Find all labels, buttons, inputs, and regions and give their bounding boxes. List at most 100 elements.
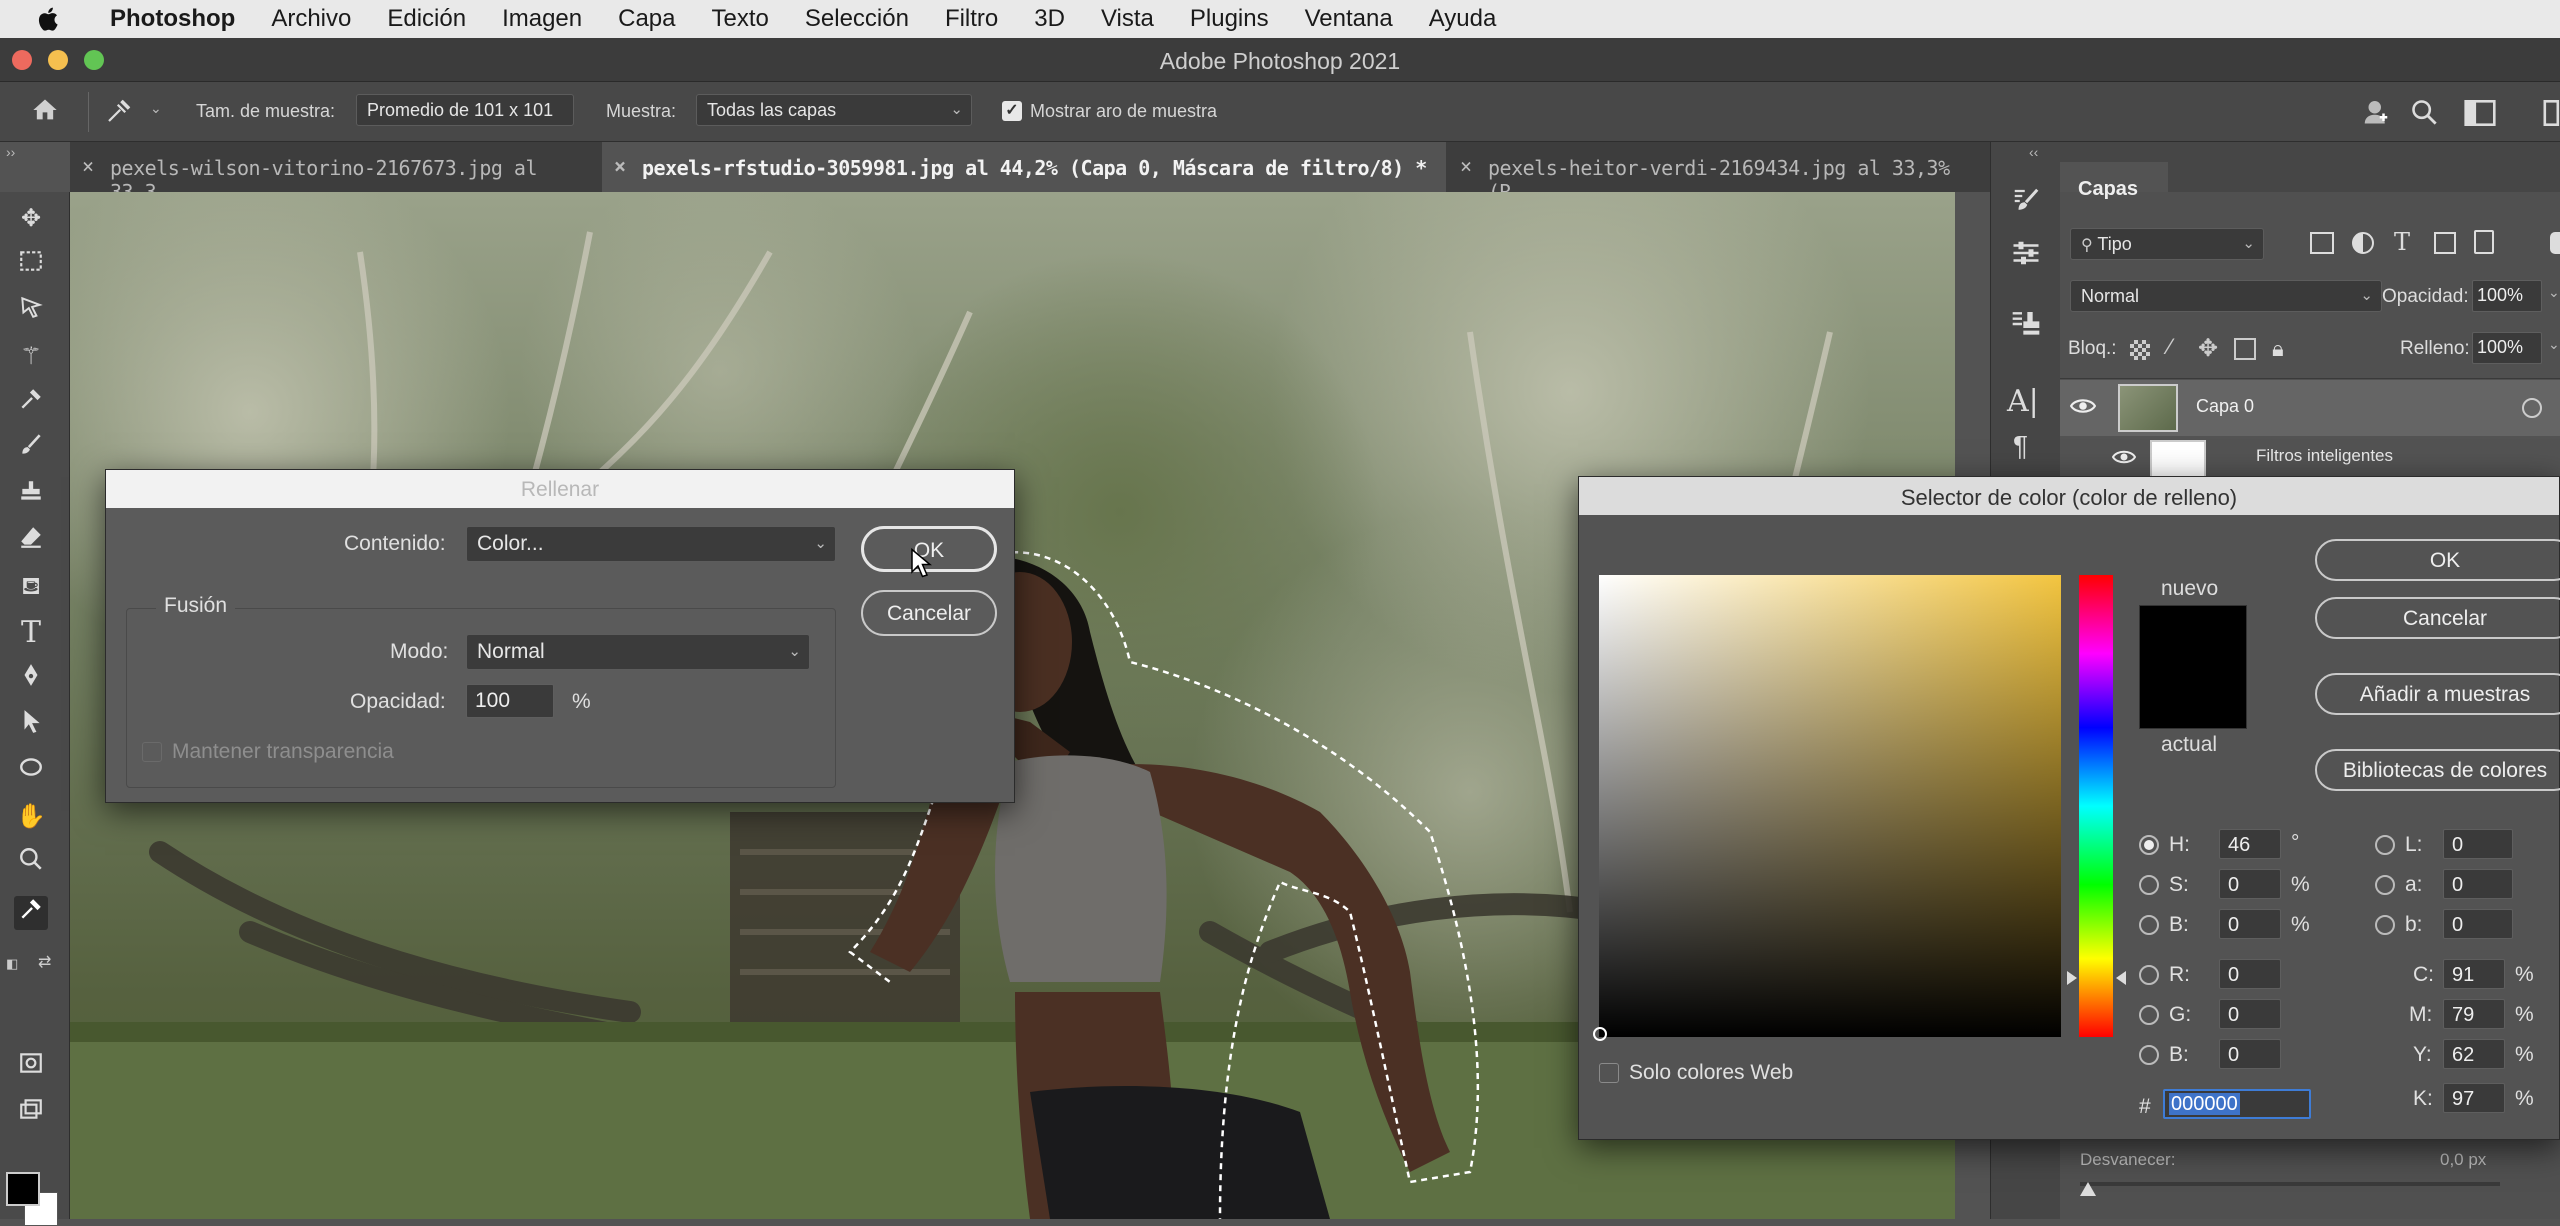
color-cancel-button[interactable]: Cancelar [2315,597,2560,639]
cyan-input[interactable]: 91 [2443,959,2505,989]
menu-imagen[interactable]: Imagen [484,5,600,33]
menu-filtro[interactable]: Filtro [927,5,1016,33]
hex-input[interactable]: 000000 [2163,1089,2311,1119]
home-icon[interactable] [30,96,60,124]
workspace-icon[interactable] [2464,100,2496,126]
filter-adjustment-icon[interactable] [2352,232,2374,254]
eyedropper-tool-icon[interactable] [14,386,48,420]
layer-filter-select[interactable]: ⚲ Tipo ⌄ [2070,228,2264,260]
tab-rfstudio[interactable]: × pexels-rfstudio-3059981.jpg al 44,2% (C… [602,142,1446,192]
chevron-down-icon[interactable]: ⌄ [2548,336,2560,353]
menu-vista[interactable]: Vista [1083,5,1172,33]
pen-tool-icon[interactable] [14,662,48,696]
green-input[interactable]: 0 [2219,999,2281,1029]
black-input[interactable]: 97 [2443,1083,2505,1113]
fade-slider-thumb[interactable] [2080,1182,2096,1196]
fill-opacity-input[interactable]: 100 [466,684,554,718]
panel-toggle-icon[interactable] [2540,100,2560,126]
paint-bucket-tool-icon[interactable]: ⛾ [14,570,48,604]
tab-heitor[interactable]: × pexels-heitor-verdi-2169434.jpg al 33,3… [1448,142,1990,204]
filter-shape-icon[interactable] [2434,232,2456,254]
opacity-input[interactable]: 100% [2472,280,2542,312]
saturation-brightness-field[interactable] [1593,575,2061,1041]
menu-photoshop[interactable]: Photoshop [92,5,253,33]
default-colors-icon[interactable]: ◧ [6,956,18,972]
layer-row-smart-filters[interactable]: Filtros inteligentes [2060,436,2560,480]
lock-artboard-icon[interactable] [2234,338,2256,360]
visibility-eye-icon[interactable] [2070,396,2096,416]
color-libraries-button[interactable]: Bibliotecas de colores [2315,749,2560,791]
brightness-input[interactable]: 0 [2219,909,2281,939]
color-field-marker[interactable] [1593,1027,1607,1041]
menu-ayuda[interactable]: Ayuda [1411,5,1515,33]
menu-plugins[interactable]: Plugins [1172,5,1287,33]
filter-toggle-icon[interactable] [2550,232,2560,254]
a-radio[interactable] [2375,875,2395,895]
collapse-panels-icon[interactable]: ‹‹ [2029,144,2038,160]
hue-slider-left-arrow[interactable] [2067,971,2077,985]
mode-select[interactable]: Normal ⌄ [466,634,810,670]
move-tool-icon[interactable]: ✥ [14,202,48,236]
clone-source-icon[interactable] [2009,308,2043,340]
yellow-input[interactable]: 62 [2443,1039,2505,1069]
fill-cancel-button[interactable]: Cancelar [861,590,997,636]
character-panel-icon[interactable]: A| [2007,384,2039,419]
menu-archivo[interactable]: Archivo [253,5,369,33]
blue-input[interactable]: 0 [2219,1039,2281,1069]
lock-transparent-icon[interactable] [2130,340,2150,360]
swap-colors-icon[interactable]: ⇄ [38,952,51,972]
tab-wilson[interactable]: ×pexels-wilson-vitorino-2167673.jpg al 3… [70,142,600,204]
red-radio[interactable] [2139,965,2159,985]
b-radio[interactable] [2375,915,2395,935]
hue-slider[interactable] [2079,575,2113,1037]
path-selection-tool-icon[interactable] [14,708,48,742]
layer-name[interactable]: Capa 0 [2196,396,2254,417]
layers-panel-title[interactable]: Capas [2078,178,2138,201]
search-icon[interactable] [2410,98,2438,126]
quick-mask-icon[interactable] [14,1050,48,1084]
add-to-swatches-button[interactable]: Añadir a muestras [2315,673,2560,715]
type-tool-icon[interactable]: T [14,616,48,650]
adjustments-icon[interactable] [2009,238,2043,268]
preserve-transparency-checkbox[interactable] [142,742,162,762]
filter-smart-object-icon[interactable] [2474,230,2494,254]
red-input[interactable]: 0 [2219,959,2281,989]
menu-ventana[interactable]: Ventana [1287,5,1411,33]
color-ok-button[interactable]: OK [2315,539,2560,581]
eyedropper-active-tool-icon[interactable] [14,896,48,930]
content-select[interactable]: Color... ⌄ [466,526,836,562]
lock-all-icon[interactable]: 🔒︎ [2272,336,2284,362]
filter-pixel-icon[interactable] [2310,232,2334,254]
close-tab-icon[interactable]: × [1460,154,1472,178]
chevron-down-icon[interactable]: ⌄ [150,100,162,117]
close-tab-icon[interactable]: × [614,154,626,178]
b-input[interactable]: 0 [2443,909,2513,939]
menu-texto[interactable]: Texto [694,5,787,33]
paragraph-panel-icon[interactable]: ¶ [2013,430,2028,462]
screen-mode-icon[interactable] [14,1096,48,1130]
lightness-radio[interactable] [2375,835,2395,855]
brush-settings-icon[interactable] [2009,186,2043,216]
collapse-toolbar-icon[interactable]: ›› [6,144,15,160]
layer-row-capa-0[interactable]: Capa 0 [2060,380,2560,436]
menu-capa[interactable]: Capa [600,5,693,33]
menu-seleccion[interactable]: Selección [787,5,927,33]
share-user-icon[interactable] [2360,96,2392,126]
apple-logo-icon[interactable] [34,4,64,34]
menu-edicion[interactable]: Edición [369,5,484,33]
magenta-input[interactable]: 79 [2443,999,2505,1029]
marquee-tool-icon[interactable] [14,248,48,282]
chevron-down-icon[interactable]: ⌄ [2548,284,2560,301]
fade-slider-track[interactable] [2080,1182,2500,1186]
a-input[interactable]: 0 [2443,869,2513,899]
hue-input[interactable]: 46 [2219,829,2281,859]
green-radio[interactable] [2139,1005,2159,1025]
eyedropper-tool-preset-icon[interactable] [104,96,134,126]
filter-type-icon[interactable]: T [2394,228,2410,256]
saturation-radio[interactable] [2139,875,2159,895]
foreground-color-swatch[interactable] [6,1172,40,1206]
lock-paint-icon[interactable]: ⁄ [2168,334,2172,360]
fill-input[interactable]: 100% [2472,332,2542,364]
blue-radio[interactable] [2139,1045,2159,1065]
lasso-tool-icon[interactable] [14,294,48,328]
